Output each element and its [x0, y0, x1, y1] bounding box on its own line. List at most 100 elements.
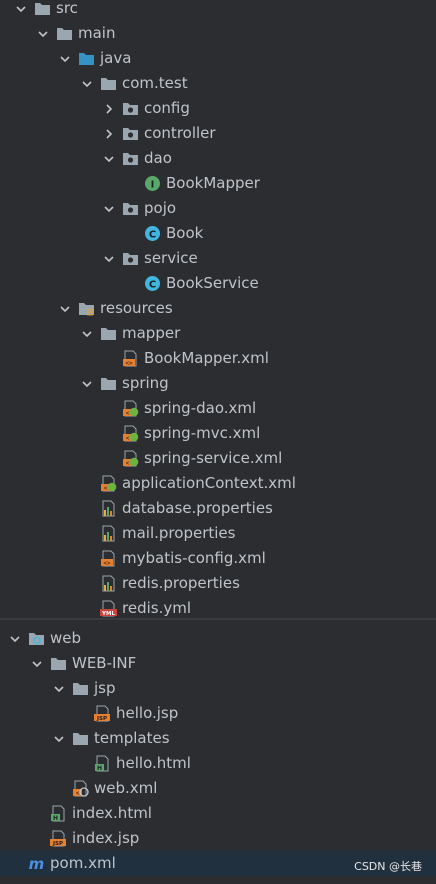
folder-icon: [72, 730, 89, 747]
tree-node-mybatis-config-xml[interactable]: <> mybatis-config.xml: [0, 546, 436, 571]
resources-folder-icon: [78, 300, 95, 317]
tree-node-label: pojo: [144, 199, 177, 217]
tree-node-java[interactable]: java: [0, 46, 436, 71]
chevron-down-icon[interactable]: [80, 77, 94, 91]
tree-node-mail-properties[interactable]: mail.properties: [0, 521, 436, 546]
tree-node-spring[interactable]: spring: [0, 371, 436, 396]
chevron-down-icon[interactable]: [58, 52, 72, 66]
package-icon: [122, 150, 139, 167]
tree-node-book[interactable]: C Book: [0, 221, 436, 246]
maven-icon: m: [28, 855, 45, 872]
tree-node-bookmapper[interactable]: I BookMapper: [0, 171, 436, 196]
svg-text:<: <: [76, 790, 80, 797]
package-icon: [122, 100, 139, 117]
tree-node-spring-mvc-xml[interactable]: < spring-mvc.xml: [0, 421, 436, 446]
tree-node-config[interactable]: config: [0, 96, 436, 121]
chevron-down-icon[interactable]: [102, 152, 116, 166]
class-icon: C: [144, 225, 161, 242]
tree-node-jsp[interactable]: jsp: [0, 676, 436, 701]
tree-node-label: BookService: [166, 274, 259, 292]
web-folder-icon: [28, 630, 45, 647]
tree-node-label: web: [50, 629, 82, 647]
properties-icon: [100, 500, 117, 517]
jsp-icon: JSP: [50, 830, 67, 847]
tree-node-controller[interactable]: controller: [0, 121, 436, 146]
folder-icon: [100, 375, 117, 392]
tree-node-main[interactable]: main: [0, 21, 436, 46]
chevron-down-icon[interactable]: [36, 27, 50, 41]
html-icon: H: [50, 805, 67, 822]
svg-text:<: <: [126, 410, 130, 417]
chevron-down-icon[interactable]: [102, 202, 116, 216]
tree-node-label: pom.xml: [50, 854, 116, 872]
svg-text:<: <: [104, 485, 108, 492]
tree-node-web-xml[interactable]: < web.xml: [0, 776, 436, 801]
tree-node-label: config: [144, 99, 190, 117]
chevron-down-icon[interactable]: [58, 302, 72, 316]
interface-icon: I: [144, 175, 161, 192]
tree-node-spring-dao-xml[interactable]: < spring-dao.xml: [0, 396, 436, 421]
tree-node-label: java: [100, 49, 132, 67]
tree-node-index-jsp[interactable]: JSP index.jsp: [0, 826, 436, 851]
tree-node-label: jsp: [94, 679, 116, 697]
svg-text:H: H: [97, 765, 102, 772]
folder-blue-icon: [78, 50, 95, 67]
chevron-down-icon[interactable]: [52, 732, 66, 746]
tree-node-label: service: [144, 249, 198, 267]
tree-node-dao[interactable]: dao: [0, 146, 436, 171]
chevron-down-icon[interactable]: [80, 377, 94, 391]
tree-node-label: hello.html: [116, 754, 191, 772]
folder-icon: [100, 75, 117, 92]
class-icon: C: [144, 275, 161, 292]
webxml-icon: <: [72, 780, 89, 797]
tree-node-label: templates: [94, 729, 170, 747]
tree-node-label: src: [56, 0, 78, 17]
tree-node-label: mybatis-config.xml: [122, 549, 266, 567]
chevron-right-icon[interactable]: [102, 102, 116, 116]
tree-node-applicationcontext-xml[interactable]: < applicationContext.xml: [0, 471, 436, 496]
tree-node-com-test[interactable]: com.test: [0, 71, 436, 96]
folder-icon: [72, 680, 89, 697]
folder-icon: [50, 655, 67, 672]
tree-node-mapper[interactable]: mapper: [0, 321, 436, 346]
tree-node-resources[interactable]: resources: [0, 296, 436, 321]
tree-node-bookmapper-xml[interactable]: <> BookMapper.xml: [0, 346, 436, 371]
tree-node-spring-service-xml[interactable]: < spring-service.xml: [0, 446, 436, 471]
tree-node-bookservice[interactable]: C BookService: [0, 271, 436, 296]
tree-node-templates[interactable]: templates: [0, 726, 436, 751]
tree-node-index-html[interactable]: Hindex.html: [0, 801, 436, 826]
tree-node-redis-properties[interactable]: redis.properties: [0, 571, 436, 596]
tree-node-label: spring-mvc.xml: [144, 424, 261, 442]
chevron-down-icon[interactable]: [102, 252, 116, 266]
tree-node-web[interactable]: web: [0, 626, 436, 651]
chevron-down-icon[interactable]: [80, 327, 94, 341]
chevron-down-icon[interactable]: [8, 632, 22, 646]
tree-node-service[interactable]: service: [0, 246, 436, 271]
tree-node-label: redis.properties: [122, 574, 240, 592]
svg-text:<>: <>: [103, 560, 111, 567]
chevron-down-icon[interactable]: [52, 682, 66, 696]
svg-text:JSP: JSP: [52, 841, 63, 847]
tree-node-label: index.html: [72, 804, 152, 822]
tree-node-hello-jsp[interactable]: JSP hello.jsp: [0, 701, 436, 726]
tree-node-web-inf[interactable]: WEB-INF: [0, 651, 436, 676]
properties-icon: [100, 575, 117, 592]
tree-node-pojo[interactable]: pojo: [0, 196, 436, 221]
tree-node-label: controller: [144, 124, 216, 142]
tree-node-label: dao: [144, 149, 172, 167]
chevron-right-icon[interactable]: [102, 127, 116, 141]
svg-text:YML: YML: [101, 611, 115, 617]
tree-node-database-properties[interactable]: database.properties: [0, 496, 436, 521]
chevron-down-icon[interactable]: [14, 2, 28, 16]
tree-node-hello-html[interactable]: Hhello.html: [0, 751, 436, 776]
tree-node-src[interactable]: src: [0, 0, 436, 21]
tree-node-label: web.xml: [94, 779, 158, 797]
xml-icon: <>: [100, 550, 117, 567]
tree-node-label: spring-dao.xml: [144, 399, 257, 417]
xml-icon: <>: [122, 350, 139, 367]
spring-xml-icon: <: [122, 425, 139, 442]
chevron-down-icon[interactable]: [30, 657, 44, 671]
tree-node-label: BookMapper: [166, 174, 260, 192]
spring-xml-icon: <: [122, 400, 139, 417]
folder-icon: [100, 325, 117, 342]
